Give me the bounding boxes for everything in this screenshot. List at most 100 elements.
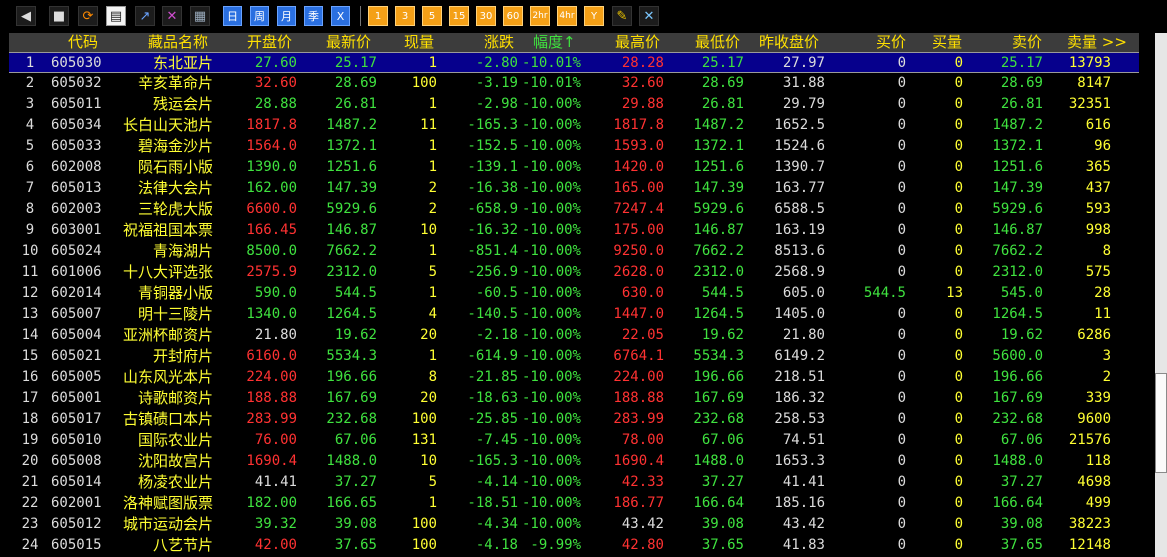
header-latest[interactable]: 最新价 [326, 33, 371, 52]
change-pct-cell: -10.00% [521, 201, 581, 217]
header-change-pct[interactable]: 幅度↑ [533, 33, 576, 52]
table-row[interactable]: 19 605010 国际农业片 76.00 67.06 131 -7.45 -10.00% 78… [9, 430, 1139, 451]
table-row[interactable]: 10 605024 青海湖片 8500.0 7662.2 1 -851.4 -10.00% 92… [9, 241, 1139, 262]
minute-1-button[interactable]: 1 [368, 6, 388, 26]
header-code[interactable]: 代码 [68, 33, 98, 52]
open-cell: 6160.0 [246, 348, 297, 364]
change-cell: -7.45 [475, 432, 518, 448]
table-row[interactable]: 6 602008 陨石雨小版 1390.0 1251.6 1 -139.1 -10.00% 14… [9, 157, 1139, 178]
tools-icon[interactable]: ✕ [639, 6, 659, 26]
minute-3-button[interactable]: 3 [395, 6, 415, 26]
table-row[interactable]: 9 603001 祝福祖国本票 166.45 146.87 10 -16.32 -10.00%… [9, 220, 1139, 241]
table-row[interactable]: 22 602001 洛神赋图版票 182.00 166.65 1 -18.51 -10.00%… [9, 493, 1139, 514]
latest-cell: 5534.3 [326, 348, 377, 364]
low-cell: 37.65 [701, 537, 744, 553]
table-row[interactable]: 2 605032 辛亥革命片 32.60 28.69 100 -3.19 -10.01% 32.… [9, 73, 1139, 94]
bid-volume-cell: 0 [954, 117, 963, 133]
period-x-button[interactable]: X [331, 6, 350, 26]
latest-cell: 7662.2 [326, 243, 377, 259]
open-cell: 1390.0 [246, 159, 297, 175]
table-row[interactable]: 3 605011 残运会片 28.88 26.81 1 -2.98 -10.00% 29.88 2… [9, 94, 1139, 115]
bid-cell: 0 [897, 537, 906, 553]
table-row[interactable]: 18 605017 古镇碛口本片 283.99 232.68 100 -25.85 -10.0… [9, 409, 1139, 430]
table-icon[interactable]: ▦ [190, 6, 210, 26]
high-cell: 630.0 [621, 285, 664, 301]
refresh-icon[interactable]: ⟳ [78, 6, 98, 26]
back-icon[interactable]: ◀ [16, 6, 36, 26]
low-cell: 1488.0 [693, 453, 744, 469]
table-row[interactable]: 24 605015 八艺节片 42.00 37.65 100 -4.18 -9.99% 42.8… [9, 535, 1139, 556]
name-cell: 残运会片 [152, 95, 213, 113]
minute-60-button[interactable]: 60 [503, 6, 523, 26]
code-cell: 605021 [51, 348, 102, 364]
header-volume[interactable]: 现量 [404, 33, 434, 52]
period-quarter-button[interactable]: 季 [304, 6, 323, 26]
high-cell: 29.88 [621, 96, 664, 112]
latest-cell: 167.69 [326, 390, 377, 406]
change-cell: -60.5 [475, 285, 518, 301]
latest-cell: 166.65 [326, 495, 377, 511]
table-row[interactable]: 20 605008 沈阳故宫片 1690.4 1488.0 10 -165.3 -10.00%… [9, 451, 1139, 472]
header-ask-volume[interactable]: 卖量 >> [1067, 33, 1127, 52]
header-bid[interactable]: 买价 [876, 33, 906, 52]
minute-30-button[interactable]: 30 [476, 6, 496, 26]
header-change[interactable]: 涨跌 [484, 33, 514, 52]
table-row[interactable]: 5 605033 碧海金沙片 1564.0 1372.1 1 -152.5 -10.00% 15… [9, 136, 1139, 157]
table-row[interactable]: 4 605034 长白山天池片 1817.8 1487.2 11 -165.3 -10.00%… [9, 115, 1139, 136]
scrollbar-track[interactable] [1155, 33, 1167, 557]
table-row[interactable]: 23 605012 城市运动会片 39.32 39.08 100 -4.34 -10.00% 4… [9, 514, 1139, 535]
document-icon[interactable]: ▤ [106, 6, 126, 26]
name-cell: 碧海金沙片 [137, 137, 213, 155]
change-pct-cell: -10.00% [521, 348, 581, 364]
chart-icon[interactable]: ✕ [162, 6, 182, 26]
table-row[interactable]: 15 605021 开封府片 6160.0 5534.3 1 -614.9 -10.00% 67… [9, 346, 1139, 367]
prev-close-cell: 1405.0 [774, 306, 825, 322]
latest-cell: 146.87 [326, 222, 377, 238]
header-low[interactable]: 最低价 [695, 33, 740, 52]
table-row[interactable]: 14 605004 亚洲杯邮资片 21.80 19.62 20 -2.18 -10.00% 22… [9, 325, 1139, 346]
header-ask[interactable]: 卖价 [1012, 33, 1042, 52]
table-row[interactable]: 7 605013 法律大会片 162.00 147.39 2 -16.38 -10.00% 16… [9, 178, 1139, 199]
year-button[interactable]: Y [584, 6, 604, 26]
latest-cell: 196.66 [326, 369, 377, 385]
low-cell: 2312.0 [693, 264, 744, 280]
table-row[interactable]: 16 605005 山东风光本片 224.00 196.66 8 -21.85 -10.00%… [9, 367, 1139, 388]
latest-cell: 67.06 [334, 432, 377, 448]
period-day-button[interactable]: 日 [223, 6, 242, 26]
edit-icon[interactable]: ✎ [612, 6, 632, 26]
header-prev-close[interactable]: 昨收盘价 [759, 33, 819, 52]
prev-close-cell: 185.16 [774, 495, 825, 511]
minute-5-button[interactable]: 5 [422, 6, 442, 26]
bid-cell: 0 [897, 495, 906, 511]
volume-cell: 1 [428, 138, 437, 154]
latest-cell: 28.69 [334, 75, 377, 91]
period-week-button[interactable]: 周 [250, 6, 269, 26]
header-high[interactable]: 最高价 [615, 33, 660, 52]
table-row[interactable]: 8 602003 三轮虎大版 6600.0 5929.6 2 -658.9 -10.00% 72… [9, 199, 1139, 220]
trend-icon[interactable]: ↗ [135, 6, 155, 26]
code-cell: 603001 [51, 222, 102, 238]
header-name[interactable]: 藏品名称 [148, 33, 208, 52]
table-row[interactable]: 21 605014 杨凌农业片 41.41 37.27 5 -4.14 -10.00% 42.3… [9, 472, 1139, 493]
table-row[interactable]: 12 602014 青铜器小版 590.0 544.5 1 -60.5 -10.00% 630.… [9, 283, 1139, 304]
period-month-button[interactable]: 月 [277, 6, 296, 26]
bid-volume-cell: 0 [954, 432, 963, 448]
stamp-icon[interactable]: ■ [49, 6, 69, 26]
table-row[interactable]: 11 601006 十八大评选张 2575.9 2312.0 5 -256.9 -10.00%… [9, 262, 1139, 283]
table-row[interactable]: 13 605007 明十三陵片 1340.0 1264.5 4 -140.5 -10.00% 1… [9, 304, 1139, 325]
hour-2-button[interactable]: 2hr [530, 6, 550, 26]
bid-volume-cell: 13 [946, 285, 963, 301]
bid-cell: 0 [897, 222, 906, 238]
header-open[interactable]: 开盘价 [247, 33, 292, 52]
open-cell: 1564.0 [246, 138, 297, 154]
bid-volume-cell: 0 [954, 453, 963, 469]
vertical-scrollbar[interactable] [1143, 33, 1167, 557]
table-row[interactable]: 1 605030 东北亚片 27.60 25.17 1 -2.80 -10.01% 28.28 2… [9, 52, 1139, 73]
hour-4-button[interactable]: 4hr [557, 6, 577, 26]
header-bid-volume[interactable]: 买量 [932, 33, 962, 52]
prev-close-cell: 21.80 [782, 327, 825, 343]
minute-15-button[interactable]: 15 [449, 6, 469, 26]
ask-volume-cell: 12148 [1068, 537, 1111, 553]
table-row[interactable]: 17 605001 诗歌邮资片 188.88 167.69 20 -18.63 -10.00%… [9, 388, 1139, 409]
scrollbar-thumb[interactable] [1155, 373, 1167, 473]
